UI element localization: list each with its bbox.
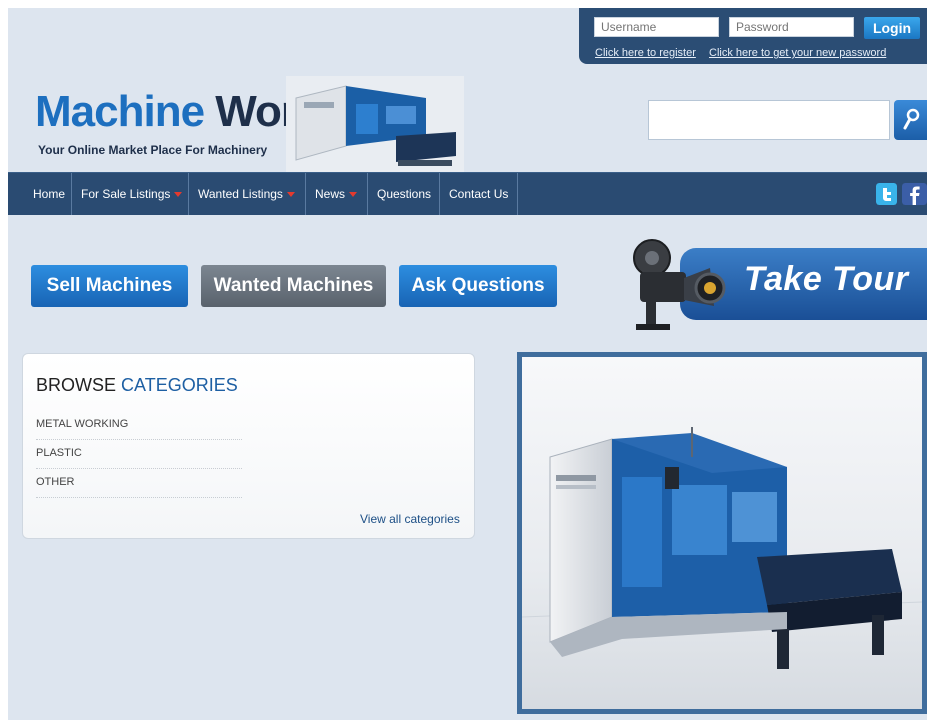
heading-word-browse: BROWSE (36, 375, 117, 395)
sell-machines-button[interactable]: Sell Machines (31, 265, 188, 307)
nav-label-wanted: Wanted Listings (198, 187, 283, 201)
facebook-icon[interactable] (902, 183, 927, 205)
forgot-password-link[interactable]: Click here to get your new password (709, 47, 886, 59)
hero-machine-image (521, 357, 923, 709)
search-input[interactable] (648, 100, 890, 140)
username-input[interactable] (594, 17, 719, 37)
password-input[interactable] (729, 17, 854, 37)
caret-down-icon (174, 192, 183, 198)
category-item-other[interactable]: OTHER (36, 469, 242, 498)
view-all-categories-link[interactable]: View all categories (360, 512, 460, 526)
nav-label-news: News (315, 187, 346, 201)
category-item-metal-working[interactable]: METAL WORKING (36, 411, 242, 440)
nav-wanted-listings[interactable]: Wanted Listings (189, 173, 306, 215)
logo-machine-image (286, 76, 464, 172)
nav-contact-us[interactable]: Contact Us (440, 173, 518, 215)
magnifier-icon (903, 108, 920, 130)
wanted-machines-button[interactable]: Wanted Machines (201, 265, 386, 307)
twitter-icon[interactable] (876, 183, 897, 205)
category-item-plastic[interactable]: PLASTIC (36, 440, 242, 469)
browse-categories-heading: BROWSE CATEGORIES (36, 375, 238, 396)
login-panel: Login Click here to register Click here … (579, 8, 927, 64)
heading-word-categories: CATEGORIES (121, 375, 238, 395)
nav-label-contact: Contact Us (449, 187, 509, 201)
hero-image-frame (517, 352, 927, 714)
search-button[interactable] (894, 100, 927, 140)
film-camera-icon (633, 239, 726, 330)
ask-questions-button[interactable]: Ask Questions (399, 265, 557, 307)
nav-for-sale-listings[interactable]: For Sale Listings (72, 173, 189, 215)
caret-down-icon (349, 192, 358, 198)
login-button[interactable]: Login (864, 17, 920, 39)
nav-home[interactable]: Home (24, 173, 72, 215)
nav-label-for-sale: For Sale Listings (81, 187, 171, 201)
nav-news[interactable]: News (306, 173, 368, 215)
register-link[interactable]: Click here to register (595, 47, 696, 59)
main-nav: Home For Sale Listings Wanted Listings N… (8, 172, 927, 215)
take-tour-label: Take Tour (744, 260, 909, 298)
nav-questions[interactable]: Questions (368, 173, 440, 215)
nav-label-home: Home (33, 187, 66, 201)
logo-word-machine: Machine (35, 87, 205, 136)
caret-down-icon (286, 192, 295, 198)
nav-label-questions: Questions (377, 187, 432, 201)
logo-tagline: Your Online Market Place For Machinery (38, 143, 268, 157)
